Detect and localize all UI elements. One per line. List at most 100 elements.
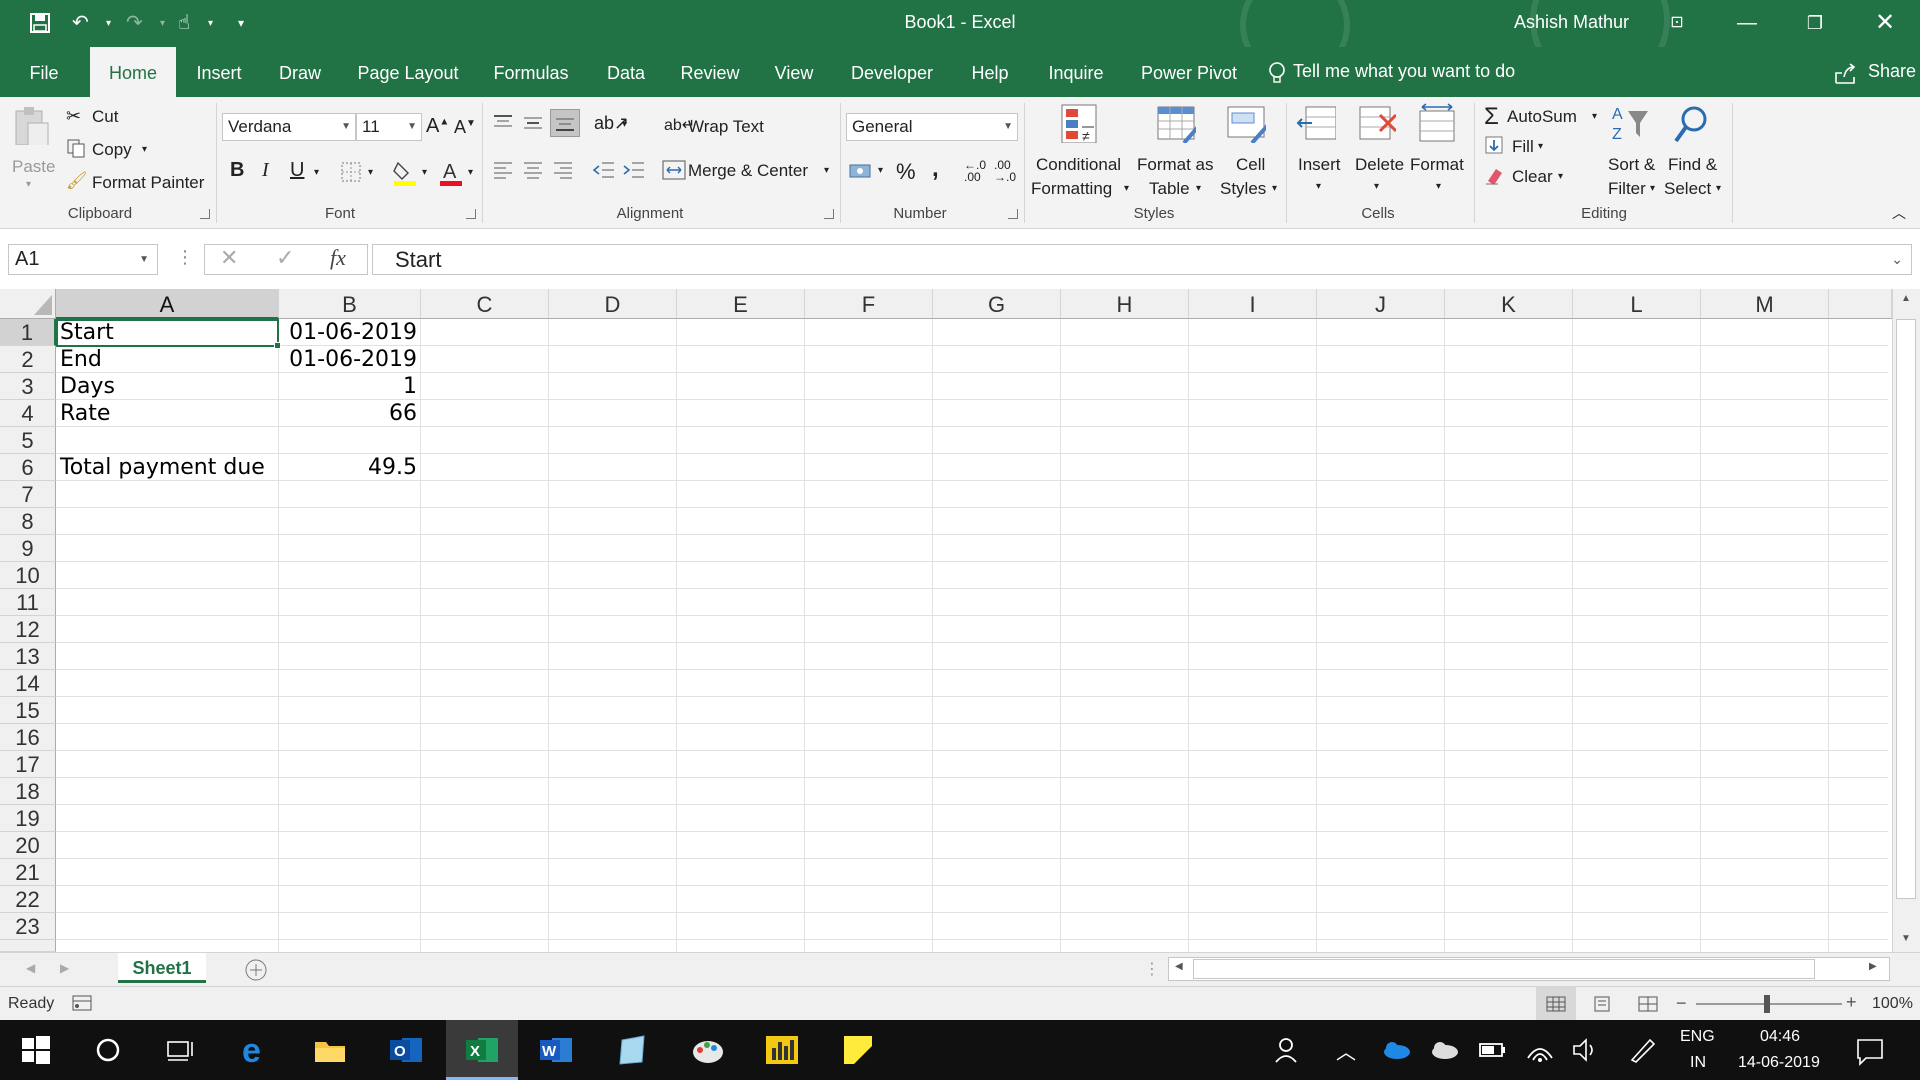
row-header-8[interactable]: 8 [0,508,56,535]
split-handle-icon[interactable]: ⋮ [1144,959,1160,979]
confirm-entry-icon[interactable]: ✓ [276,245,294,271]
find-select-icon[interactable] [1670,103,1710,143]
column-header-i[interactable]: I [1189,289,1317,319]
cell-A3[interactable]: Days [56,373,279,400]
sort-filter-dropdown-icon[interactable]: ▾ [1650,183,1655,194]
format-as-table-label-2[interactable]: Table [1149,179,1190,199]
onedrive-icon[interactable] [1378,1032,1414,1068]
delete-dropdown-icon[interactable]: ▾ [1374,181,1379,192]
normal-view-button[interactable] [1536,987,1576,1021]
tab-page-layout[interactable]: Page Layout [350,47,466,97]
conditional-formatting-label-1[interactable]: Conditional [1036,155,1121,175]
wrap-text-button[interactable]: Wrap Text [688,117,764,137]
tab-home[interactable]: Home [90,47,176,97]
number-launcher-icon[interactable] [1008,209,1018,219]
tab-formulas[interactable]: Formulas [486,47,576,97]
share-button[interactable]: Share [1868,61,1916,82]
row-header-11[interactable]: 11 [0,589,56,616]
fill-dropdown-icon[interactable]: ▾ [1538,141,1543,152]
column-header-l[interactable]: L [1573,289,1701,319]
format-painter-icon[interactable]: 🖌 [66,171,88,191]
format-as-table-label-1[interactable]: Format as [1137,155,1214,175]
paste-button[interactable]: Paste [12,157,55,177]
row-header-1[interactable]: 1 [0,319,56,346]
next-sheet-icon[interactable]: ▶ [60,961,69,975]
tab-draw[interactable]: Draw [270,47,330,97]
increase-font-icon[interactable]: A▲ [426,115,449,138]
fill-color-icon[interactable] [392,159,418,187]
row-header-16[interactable]: 16 [0,724,56,751]
column-header-d[interactable]: D [549,289,677,319]
row-header-10[interactable]: 10 [0,562,56,589]
clear-dropdown-icon[interactable]: ▾ [1558,171,1563,182]
zoom-in-icon[interactable]: + [1846,992,1857,1013]
row-header-12[interactable]: 12 [0,616,56,643]
volume-icon[interactable] [1568,1032,1604,1068]
fill-button[interactable]: Fill [1512,137,1534,157]
insert-cells-icon[interactable] [1296,103,1336,143]
align-center-icon[interactable] [522,159,544,181]
row-header-5[interactable]: 5 [0,427,56,454]
autosum-button[interactable]: AutoSum [1507,107,1577,127]
tab-file[interactable]: File [14,47,74,97]
copy-dropdown-icon[interactable]: ▾ [142,144,147,155]
scroll-left-icon[interactable]: ◀ [1175,961,1183,972]
copy-button[interactable]: Copy [92,140,132,160]
collapse-ribbon-icon[interactable]: ︿ [1892,203,1906,223]
row-header-23[interactable]: 23 [0,913,56,940]
middle-align-icon[interactable] [522,113,544,131]
cell-styles-icon[interactable] [1226,103,1266,143]
new-sheet-icon[interactable] [244,958,268,982]
outlook-icon[interactable]: O [388,1032,424,1068]
pen-ink-icon[interactable] [1624,1032,1660,1068]
task-view-icon[interactable] [162,1032,198,1068]
cell-B6[interactable]: 49.5 [279,454,421,481]
formula-input[interactable]: Start⌄ [372,244,1912,275]
row-header-17[interactable]: 17 [0,751,56,778]
onedrive-personal-icon[interactable] [1426,1032,1462,1068]
cell-A2[interactable]: End [56,346,279,373]
merge-center-icon[interactable] [662,159,686,181]
row-header-4[interactable]: 4 [0,400,56,427]
horizontal-scrollbar[interactable]: ◀ ▶ [1168,957,1890,981]
word-icon[interactable]: W [538,1032,574,1068]
scroll-right-icon[interactable]: ▶ [1869,961,1877,972]
number-format-select[interactable]: General▼ [846,113,1018,141]
column-header-g[interactable]: G [933,289,1061,319]
page-layout-view-icon[interactable] [1592,996,1612,1012]
row-header-14[interactable]: 14 [0,670,56,697]
row-header-partial[interactable] [0,940,56,952]
vertical-scrollbar[interactable]: ▲ ▼ [1892,289,1920,952]
autosum-dropdown-icon[interactable]: ▾ [1592,111,1597,122]
show-hidden-icons[interactable]: ︿ [1336,1036,1356,1065]
row-header-20[interactable]: 20 [0,832,56,859]
merge-center-button[interactable]: Merge & Center [688,161,808,181]
column-header-a[interactable]: A [56,289,279,319]
format-painter-button[interactable]: Format Painter [92,173,204,193]
people-icon[interactable] [1270,1032,1306,1068]
underline-dropdown-icon[interactable]: ▾ [314,167,319,178]
format-as-table-icon[interactable] [1156,103,1196,143]
tab-help[interactable]: Help [962,47,1018,97]
conditional-formatting-label-2[interactable]: Formatting [1031,179,1112,199]
autosum-icon[interactable]: Σ [1484,103,1499,131]
fill-icon[interactable] [1484,135,1504,155]
delete-cells-button[interactable]: Delete [1355,155,1404,175]
row-header-9[interactable]: 9 [0,535,56,562]
page-break-view-icon[interactable] [1638,996,1658,1012]
row-header-13[interactable]: 13 [0,643,56,670]
align-right-icon[interactable] [552,159,574,181]
cancel-entry-icon[interactable]: ✕ [220,245,238,271]
decrease-decimal-icon[interactable]: .00→.0 [994,159,1016,183]
zoom-slider-thumb[interactable] [1764,995,1770,1013]
insert-function-button[interactable]: fx [330,245,346,271]
windows-start-icon[interactable] [18,1032,54,1068]
column-header-b[interactable]: B [279,289,421,319]
share-icon[interactable] [1834,63,1858,85]
accounting-dropdown-icon[interactable]: ▾ [878,165,883,176]
format-table-dropdown-icon[interactable]: ▾ [1196,183,1201,194]
borders-icon[interactable] [340,161,362,183]
sort-filter-icon[interactable]: AZ [1610,103,1650,143]
decrease-font-icon[interactable]: A▼ [454,117,476,138]
select-all-button[interactable] [0,289,56,319]
